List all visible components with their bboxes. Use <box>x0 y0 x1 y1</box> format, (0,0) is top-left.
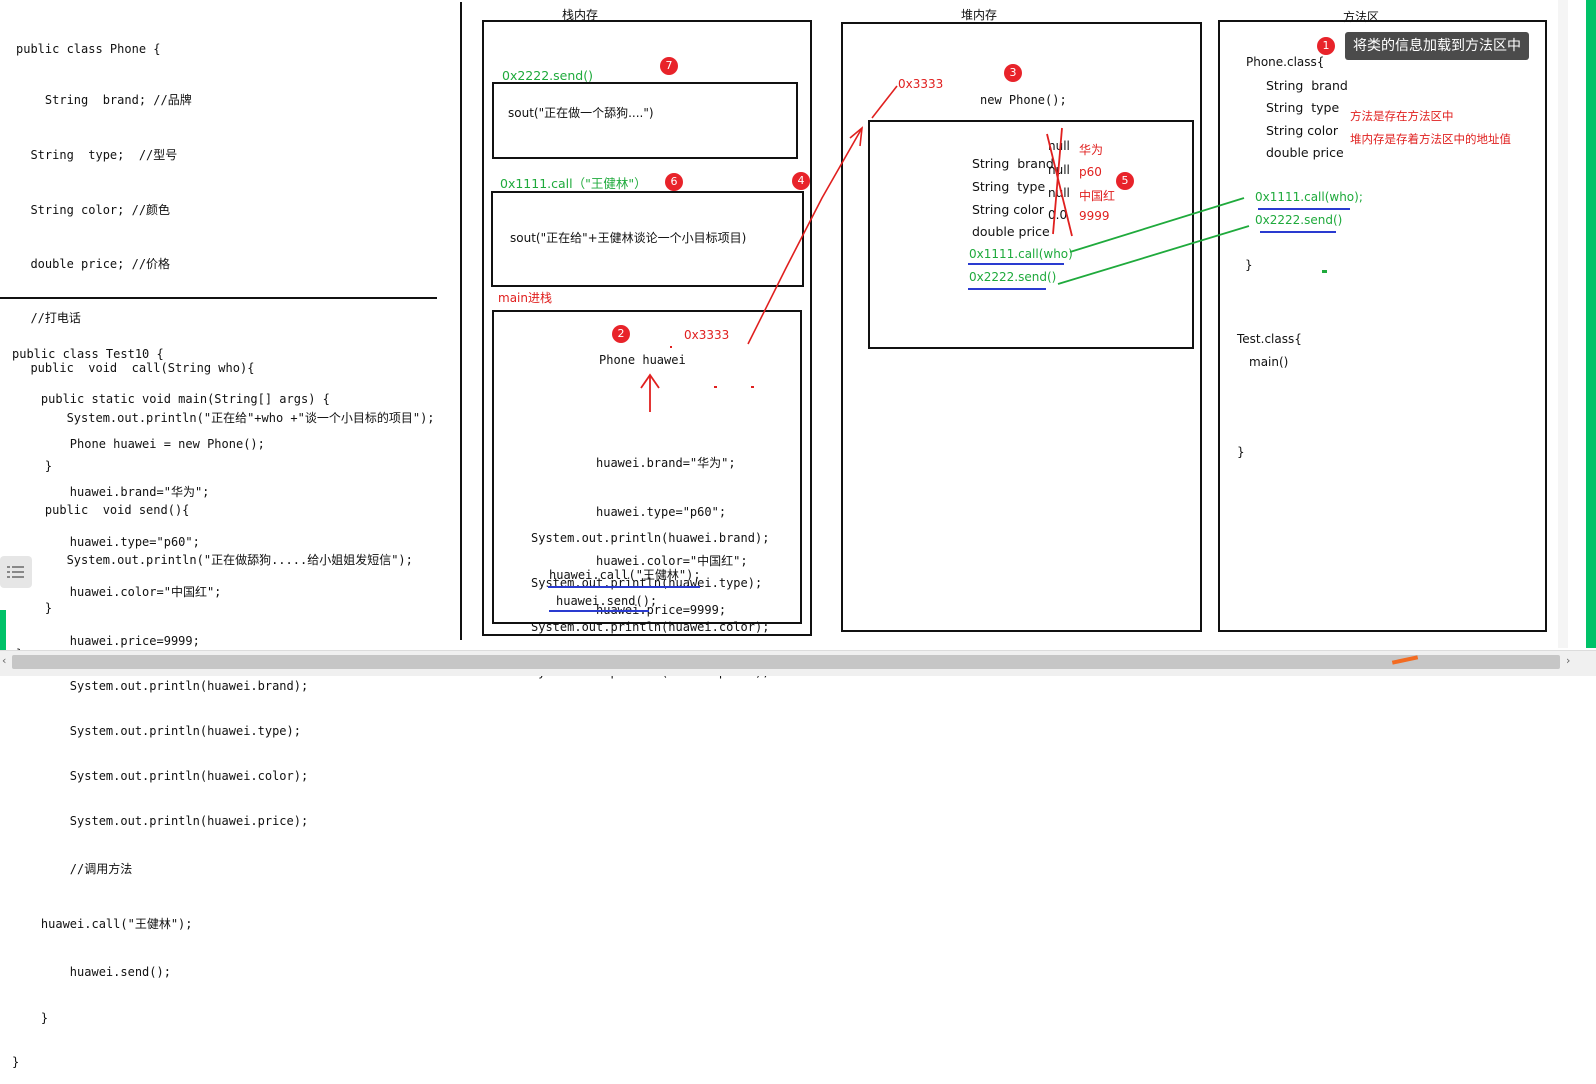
scrollbar-thumb[interactable] <box>12 655 1560 669</box>
code-line: huawei.send(); <box>12 965 171 979</box>
stray-dot <box>751 386 754 388</box>
right-scroll-strip[interactable] <box>1558 0 1568 648</box>
code-line: System.out.println(huawei.type); <box>12 724 301 738</box>
code-line: } <box>12 1011 49 1025</box>
scroll-left-arrow[interactable]: ‹ <box>2 654 6 667</box>
code-line: } <box>12 1055 20 1069</box>
annotation-strokes <box>640 85 1327 412</box>
code-line: //调用方法 <box>12 862 133 876</box>
stray-dot <box>670 346 672 348</box>
address-pointer <box>871 85 898 119</box>
right-green-edge <box>1586 0 1596 648</box>
stray-dot <box>714 386 717 388</box>
code-line: huawei.call("王健林"); <box>12 917 193 931</box>
code-line: System.out.println(huawei.price); <box>12 814 309 828</box>
cross-out-stroke <box>1052 127 1063 235</box>
stray-dot <box>1322 270 1327 273</box>
scroll-right-arrow[interactable]: › <box>1566 654 1570 667</box>
method-link <box>1057 225 1250 285</box>
method-link <box>1069 197 1245 253</box>
left-green-edge <box>0 610 6 650</box>
horizontal-scrollbar[interactable]: ‹ › <box>0 650 1596 676</box>
code-line: System.out.println(huawei.brand); <box>12 679 309 693</box>
reference-arrow <box>747 127 863 345</box>
code-line: System.out.println(huawei.color); <box>12 769 309 783</box>
